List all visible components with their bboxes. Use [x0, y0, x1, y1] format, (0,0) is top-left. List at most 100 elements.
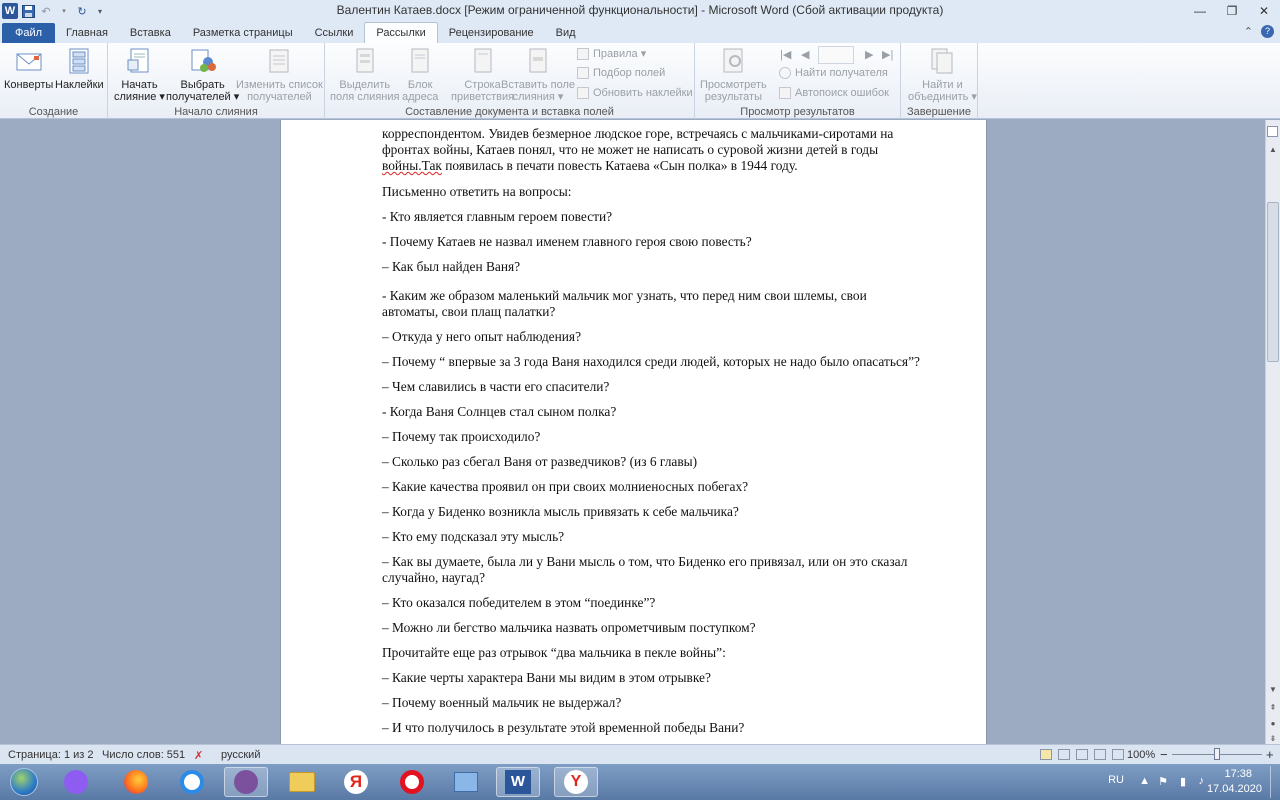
clock-time[interactable]: 17:38	[1224, 768, 1252, 780]
title-bar: W ↶ ▾ ↻ ▾ Валентин Катаев.docx [Режим ог…	[0, 0, 1280, 22]
address-block-icon	[411, 48, 429, 73]
group-preview: Просмотреть результаты |◀ ◀ ▶ ▶| Найти п…	[695, 43, 901, 119]
address-block-button[interactable]: Блок адреса	[402, 46, 438, 103]
file-explorer-icon[interactable]	[280, 767, 324, 797]
viber-icon[interactable]	[224, 767, 268, 797]
maximize-button[interactable]: ❐	[1216, 0, 1248, 22]
control-panel-icon[interactable]	[444, 767, 488, 797]
ruler-toggle-icon[interactable]	[1267, 126, 1278, 137]
document-page[interactable]: корреспондентом. Увидев безмерное людско…	[280, 120, 987, 744]
alice-icon[interactable]	[54, 767, 98, 797]
previous-page-icon[interactable]: ⇞	[1266, 700, 1280, 714]
envelopes-button[interactable]: Конверты	[4, 46, 53, 91]
page-count[interactable]: Страница: 1 из 2	[8, 749, 94, 761]
edit-recipient-list-button[interactable]: Изменить список получателей	[236, 46, 323, 103]
paragraph: – Как был найден Ваня?	[382, 259, 521, 274]
volume-icon[interactable]: ♪	[1199, 775, 1205, 787]
internet-explorer-icon[interactable]	[170, 767, 214, 797]
zoom-out-button[interactable]: −	[1160, 747, 1168, 762]
tab-view[interactable]: Вид	[545, 23, 587, 43]
scroll-down-icon[interactable]: ▼	[1266, 682, 1280, 696]
close-button[interactable]: ✕	[1248, 0, 1280, 22]
insert-merge-field-button[interactable]: Вставить поле слияния ▾	[501, 46, 575, 103]
show-desktop-button[interactable]	[1270, 766, 1280, 798]
opera-icon[interactable]	[390, 767, 434, 797]
labels-button[interactable]: Наклейки	[55, 46, 104, 91]
last-record-icon[interactable]: ▶|	[882, 48, 893, 61]
minimize-button[interactable]: —	[1184, 0, 1216, 22]
tab-mailings[interactable]: Рассылки	[364, 22, 438, 43]
tray-expand-icon[interactable]: ▲	[1139, 775, 1150, 787]
paragraph: – Почему “ впервые за 3 года Ваня находи…	[382, 354, 920, 369]
word-count[interactable]: Число слов: 551	[102, 749, 185, 761]
vertical-scrollbar[interactable]: ▲ ▼ ⇞ ● ⇟	[1265, 120, 1280, 744]
scroll-up-icon[interactable]: ▲	[1266, 142, 1280, 156]
outline-icon[interactable]	[1094, 749, 1106, 760]
zoom-slider-thumb[interactable]	[1214, 748, 1220, 760]
tab-review[interactable]: Рецензирование	[438, 23, 545, 43]
word-taskbar-icon[interactable]: W	[496, 767, 540, 797]
action-center-icon[interactable]: ⚑	[1158, 775, 1168, 788]
web-layout-icon[interactable]	[1076, 749, 1088, 760]
full-screen-reading-icon[interactable]	[1058, 749, 1070, 760]
paragraph: – И что получилось в результате этой вре…	[382, 720, 745, 735]
paragraph: – Чем славились в части его спасители?	[382, 379, 610, 394]
customize-qat-icon[interactable]: ▾	[92, 3, 108, 19]
minimize-ribbon-icon[interactable]: ⌃	[1244, 25, 1253, 38]
word-app-icon[interactable]: W	[2, 3, 18, 19]
print-layout-icon[interactable]	[1040, 749, 1052, 760]
preview-results-button[interactable]: Просмотреть результаты	[700, 46, 767, 103]
firefox-icon[interactable]	[114, 767, 158, 797]
scrollbar-thumb[interactable]	[1267, 202, 1279, 362]
document-area: корреспондентом. Увидев безмерное людско…	[0, 120, 1265, 744]
undo-icon[interactable]: ↶	[38, 3, 54, 19]
document-content[interactable]: корреспондентом. Увидев безмерное людско…	[382, 126, 922, 745]
rules-button[interactable]: Правила ▾	[577, 47, 646, 60]
tab-page-layout[interactable]: Разметка страницы	[182, 23, 304, 43]
start-button[interactable]	[2, 767, 46, 797]
next-record-icon[interactable]: ▶	[865, 48, 873, 61]
undo-dropdown-icon[interactable]: ▾	[56, 3, 72, 19]
paragraph: Письменно ответить на вопросы:	[382, 184, 572, 199]
group-finish: Найти и объединить ▾ Завершение	[901, 43, 978, 119]
tab-insert[interactable]: Вставка	[119, 23, 182, 43]
yandex-taskbar-icon[interactable]: Y	[554, 767, 598, 797]
browse-object-icon[interactable]: ●	[1266, 716, 1280, 730]
zoom-in-button[interactable]: +	[1266, 747, 1274, 762]
draft-icon[interactable]	[1112, 749, 1124, 760]
help-icon[interactable]: ?	[1261, 25, 1274, 38]
input-language[interactable]: RU	[1108, 774, 1124, 786]
save-icon[interactable]	[20, 3, 36, 19]
language-indicator[interactable]: русский	[221, 749, 260, 761]
paragraph: - Кто является главным героем повести?	[382, 209, 613, 224]
first-record-icon[interactable]: |◀	[780, 48, 791, 61]
group-compose: Выделить поля слияния Блок адреса Строка…	[325, 43, 695, 119]
spelling-error[interactable]: войны.Так	[382, 158, 442, 173]
clock-date[interactable]: 17.04.2020	[1207, 783, 1262, 795]
find-recipient-button[interactable]: Найти получателя	[779, 67, 888, 79]
tab-home[interactable]: Главная	[55, 23, 119, 43]
yandex-browser-icon[interactable]: Я	[334, 767, 378, 797]
select-recipients-button[interactable]: Выбрать получателей ▾	[166, 46, 239, 103]
finish-merge-button[interactable]: Найти и объединить ▾	[908, 46, 977, 103]
paragraph: – Кто оказался победителем в этом “поеди…	[382, 595, 656, 610]
redo-icon[interactable]: ↻	[74, 3, 90, 19]
prev-record-icon[interactable]: ◀	[801, 48, 809, 61]
paragraph: – Как вы думаете, была ли у Вани мысль о…	[382, 554, 908, 585]
record-number-input[interactable]	[818, 46, 854, 64]
tab-file[interactable]: Файл	[2, 23, 56, 43]
next-page-icon[interactable]: ⇟	[1266, 732, 1280, 744]
insert-field-icon	[529, 48, 547, 73]
paragraph: - Почему Катаев не назвал именем главног…	[382, 234, 752, 249]
match-fields-button[interactable]: Подбор полей	[577, 67, 665, 79]
auto-check-errors-button[interactable]: Автопоиск ошибок	[779, 87, 889, 99]
paragraph: – Какие черты характера Вани мы видим в …	[382, 670, 711, 685]
highlight-fields-button[interactable]: Выделить поля слияния	[330, 46, 399, 103]
network-icon[interactable]: ▮	[1180, 775, 1186, 788]
start-merge-button[interactable]: Начать слияние ▾	[114, 46, 165, 103]
window-title: Валентин Катаев.docx [Режим ограниченной…	[336, 3, 944, 17]
update-labels-button[interactable]: Обновить наклейки	[577, 87, 693, 99]
zoom-level[interactable]: 100%	[1127, 749, 1155, 761]
tab-references[interactable]: Ссылки	[304, 23, 365, 43]
proofing-icon[interactable]: ✗	[194, 749, 203, 762]
